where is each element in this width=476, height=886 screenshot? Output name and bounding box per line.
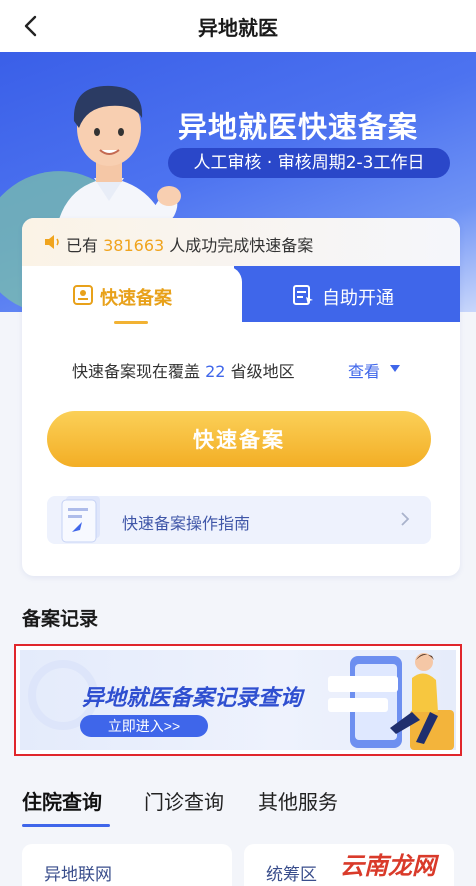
guide-document-icon (61, 496, 100, 543)
speaker-icon (45, 235, 59, 249)
quick-filing-card: 已有 381663 人成功完成快速备案 快速备案 自助开通 快速备案现在覆盖 2… (22, 218, 460, 576)
notice-bar: 已有 381663 人成功完成快速备案 (22, 218, 460, 266)
hero-title: 异地就医快速备案 (178, 110, 419, 144)
active-tab-indicator (114, 321, 148, 324)
notice-suffix: 人成功完成快速备案 (169, 236, 314, 255)
tab-self-service[interactable]: 自助开通 (322, 284, 394, 310)
coverage-count: 22 (205, 362, 226, 381)
notice-prefix: 已有 (66, 236, 99, 255)
records-query-banner[interactable]: 异地就医备案记录查询 立即进入>> (14, 644, 462, 756)
page-title: 异地就医 (198, 16, 278, 40)
tab-outpatient-query[interactable]: 门诊查询 (144, 786, 224, 815)
banner-title: 异地就医备案记录查询 (82, 686, 303, 711)
hero-subtitle: 人工审核 · 审核周期2-3工作日 (168, 148, 450, 178)
caret-down-icon[interactable] (390, 365, 400, 373)
tab-inpatient-query[interactable]: 住院查询 (22, 786, 102, 815)
guide-label[interactable]: 快速备案操作指南 (122, 510, 250, 534)
service-tab-indicator (22, 824, 110, 827)
id-card-icon (73, 285, 93, 305)
banner-background: 异地就医备案记录查询 立即进入>> (20, 650, 456, 750)
chevron-right-icon (401, 512, 410, 526)
view-regions-link[interactable]: 查看 (348, 358, 380, 382)
service-card-region-label[interactable]: 统筹区 (266, 860, 317, 885)
document-pointer-icon (293, 285, 313, 305)
service-tabs: 住院查询 门诊查询 其他服务 (22, 786, 462, 830)
coverage-suffix: 省级地区 (230, 362, 295, 381)
phone-woman-illustration (328, 653, 454, 750)
quick-filing-button[interactable]: 快速备案 (47, 411, 431, 467)
watermark: 云南龙网 (340, 852, 436, 880)
notice-text: 已有 381663 人成功完成快速备案 (66, 232, 313, 256)
coverage-prefix: 快速备案现在覆盖 (72, 362, 201, 381)
tab-quick-filing[interactable]: 快速备案 (100, 284, 172, 310)
enter-now-button[interactable]: 立即进入>> (80, 715, 208, 737)
coverage-text: 快速备案现在覆盖 22 省级地区 (72, 358, 295, 382)
top-bar: 异地就医 (0, 0, 476, 52)
records-section-title: 备案记录 (22, 608, 99, 630)
notice-count: 381663 (103, 236, 165, 255)
service-card-remote-label[interactable]: 异地联网 (44, 860, 112, 885)
tab-other-services[interactable]: 其他服务 (258, 786, 338, 815)
